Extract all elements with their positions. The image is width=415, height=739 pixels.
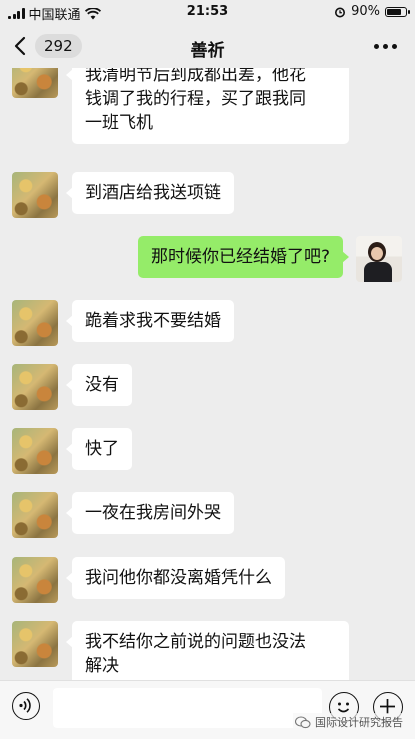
message-line: 快了 [85,439,119,459]
voice-icon[interactable] [12,692,40,720]
alarm-icon [335,7,346,17]
message-bubble[interactable]: 一夜在我房间外哭 [66,492,234,534]
message-bubble[interactable]: 没有 [66,364,132,406]
status-right: 90% [334,4,410,19]
battery-icon [385,6,410,17]
message-line: 我不结你之前说的问题也没法 [85,632,306,652]
message-line: 一夜在我房间外哭 [85,503,221,523]
battery-percent: 90% [351,4,380,19]
watermark-text: 国际设计研究报告 [315,716,403,729]
message-bubble[interactable]: 跪着求我不要结婚 [66,300,234,342]
message-line: 到酒店给我送项链 [85,183,221,203]
contact-avatar[interactable] [12,621,58,667]
chat-title: 善祈 [190,41,225,61]
wechat-official-icon [295,715,311,728]
more-icon[interactable] [374,44,397,49]
chat-area[interactable]: 我清明节后到成都出差，他花 钱调了我的行程，买了跟我同 一班飞机 到酒店给我送项… [0,68,415,680]
contact-avatar[interactable] [12,492,58,538]
contact-avatar[interactable] [12,557,58,603]
message-input[interactable] [53,688,322,728]
message-line: 跪着求我不要结婚 [85,311,221,331]
message-line: 我清明节后到成都出差，他花 [85,68,306,85]
message-bubble[interactable]: 我清明节后到成都出差，他花 钱调了我的行程，买了跟我同 一班飞机 [66,68,349,144]
contact-avatar[interactable] [12,172,58,218]
message-line: 我问他你都没离婚凭什么 [85,568,272,588]
message-line: 没有 [85,375,119,395]
watermark: 国际设计研究报告 [293,713,405,731]
message-bubble[interactable]: 我问他你都没离婚凭什么 [66,557,285,599]
nav-bar: 292 善祈 [0,24,415,68]
contact-avatar[interactable] [12,68,58,98]
message-line: 解决 [85,656,119,676]
contact-avatar[interactable] [12,300,58,346]
message-bubble[interactable]: 我不结你之前说的问题也没法 解决 [66,621,349,680]
message-line: 钱调了我的行程，买了跟我同 [85,89,306,109]
message-bubble[interactable]: 快了 [66,428,132,470]
contact-avatar[interactable] [12,428,58,474]
message-line: 那时候你已经结婚了吧? [150,247,330,267]
message-bubble[interactable]: 那时候你已经结婚了吧? [137,236,350,278]
input-bar: 国际设计研究报告 [0,680,415,739]
contact-avatar[interactable] [12,364,58,410]
message-line: 一班飞机 [85,113,153,133]
message-bubble[interactable]: 到酒店给我送项链 [66,172,234,214]
status-bar: 中国联通 21:53 90% [0,0,415,24]
user-avatar[interactable] [356,236,402,282]
